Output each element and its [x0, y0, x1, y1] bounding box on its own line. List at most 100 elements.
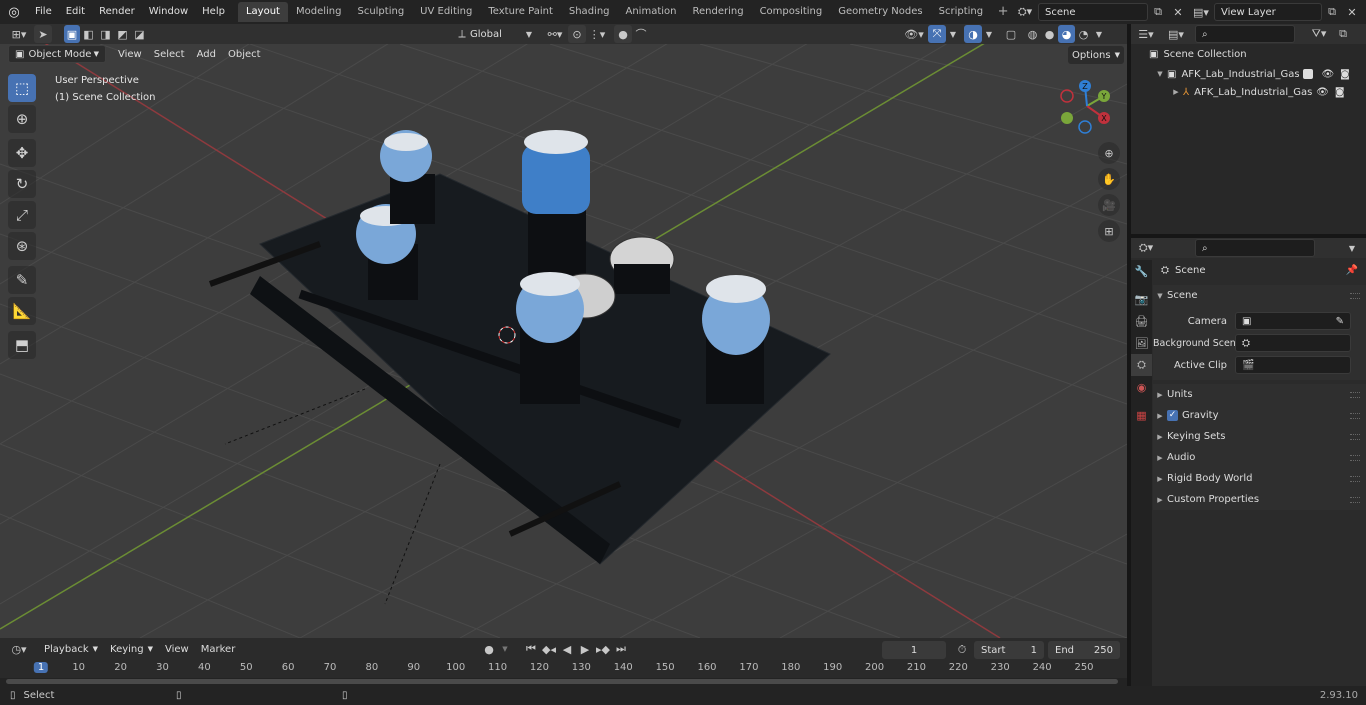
collapse-arrow-icon[interactable]: ▼ [1153, 292, 1167, 300]
expand-arrow-icon[interactable]: ▶ [1153, 454, 1167, 462]
eye-icon[interactable]: 👁 [1321, 69, 1334, 80]
tab-scripting[interactable]: Scripting [931, 2, 991, 22]
drag-grip-icon[interactable] [1350, 412, 1360, 419]
pan-hand-icon[interactable]: ✋ [1098, 168, 1120, 190]
zoom-icon[interactable]: ⊕ [1098, 142, 1120, 164]
move-tool-icon[interactable]: ✥ [8, 139, 36, 167]
transform-tool-icon[interactable]: ⊛ [8, 232, 36, 260]
record-dropdown-icon[interactable]: ▼ [498, 640, 512, 658]
eyedropper-icon[interactable]: ✎ [1336, 316, 1344, 327]
camera-render-icon[interactable]: ◙ [1340, 69, 1350, 80]
camera-field[interactable]: ▣ ✎ [1235, 312, 1351, 330]
new-view-layer-icon[interactable]: ⧉ [1322, 3, 1342, 21]
perspective-toggle-icon[interactable]: ⊞ [1098, 220, 1120, 242]
orientation-chevron-icon[interactable]: ▼ [522, 25, 536, 43]
output-tab-icon[interactable]: 🖨 [1131, 310, 1152, 332]
mode-dropdown[interactable]: ▣ Object Mode ▼ [8, 45, 106, 63]
tab-uv-editing[interactable]: UV Editing [412, 2, 480, 22]
scale-tool-icon[interactable]: ⤢ [8, 201, 36, 229]
frame-ruler[interactable]: 1 10 20 30 40 50 60 70 80 90 100 110 120 130 140 150 160… [0, 660, 1127, 678]
use-preview-range-icon[interactable]: ⏱ [952, 641, 972, 659]
play-icon[interactable]: ▶ [576, 640, 594, 658]
outliner-item[interactable]: ▶ ⅄ AFK_Lab_Industrial_Gas_( 👁 ◙ [1131, 83, 1366, 101]
outliner-scene-collection[interactable]: ▣ Scene Collection [1131, 44, 1366, 65]
proportional-edit-icon[interactable]: ● [614, 25, 632, 43]
timeline-menu-marker[interactable]: Marker [195, 644, 242, 655]
play-reverse-icon[interactable]: ◀ [558, 640, 576, 658]
drag-grip-icon[interactable] [1350, 496, 1360, 503]
camera-render-icon[interactable]: ◙ [1335, 87, 1345, 98]
background-scene-field[interactable]: ⛭ [1235, 334, 1351, 352]
drag-grip-icon[interactable] [1350, 433, 1360, 440]
display-mode-icon[interactable]: ▤▾ [1161, 25, 1191, 43]
select-mode-invert-icon[interactable]: ◩ [114, 25, 131, 43]
current-frame-field[interactable]: 1 [882, 641, 946, 659]
proportional-falloff-icon[interactable]: ⌒ [632, 25, 650, 43]
expand-arrow-icon[interactable]: ▶ [1169, 88, 1183, 96]
pin-icon[interactable]: 📌 [1346, 265, 1358, 276]
jump-end-icon[interactable]: ⏭ [612, 640, 630, 658]
filter-icon[interactable]: ⛛▾ [1305, 25, 1333, 43]
tab-sculpting[interactable]: Sculpting [349, 2, 412, 22]
tab-rendering[interactable]: Rendering [684, 2, 751, 22]
gravity-panel[interactable]: ▶ ✓ Gravity [1153, 405, 1366, 426]
timeline-editor-type-icon[interactable]: ◷▾ [4, 640, 34, 658]
select-mode-intersect-icon[interactable]: ◪ [131, 25, 148, 43]
shading-rendered-icon[interactable]: ◔ [1075, 25, 1092, 43]
overlays-toggle-icon[interactable]: ◑ [964, 25, 982, 43]
pivot-point-icon[interactable]: ⚯▾ [542, 25, 568, 43]
menu-edit[interactable]: Edit [59, 0, 92, 24]
tab-layout[interactable]: Layout [237, 2, 288, 22]
orientation-icon[interactable]: ⟂ [454, 25, 470, 43]
drag-grip-icon[interactable] [1350, 475, 1360, 482]
view-layer-field[interactable]: View Layer [1214, 3, 1322, 21]
expand-arrow-icon[interactable]: ▶ [1153, 412, 1167, 420]
visibility-icon[interactable]: 👁▾ [900, 25, 928, 43]
3d-viewport[interactable]: User Perspective (1) Scene Collection Y … [0, 44, 1127, 638]
menu-select[interactable]: Select [148, 49, 191, 60]
start-frame-field[interactable]: Start 1 [974, 641, 1044, 659]
select-mode-extend-icon[interactable]: ◧ [80, 25, 97, 43]
delete-view-layer-icon[interactable]: ✕ [1342, 3, 1362, 21]
add-workspace-button[interactable]: + [995, 4, 1011, 20]
shading-wireframe-icon[interactable]: ◍ [1024, 25, 1041, 43]
gravity-checkbox[interactable]: ✓ [1167, 410, 1178, 421]
tab-modeling[interactable]: Modeling [288, 2, 350, 22]
scene-name-field[interactable]: Scene [1038, 3, 1148, 21]
select-mode-subtract-icon[interactable]: ◨ [97, 25, 114, 43]
checkbox-icon[interactable] [1303, 69, 1314, 79]
drag-grip-icon[interactable] [1350, 391, 1360, 398]
properties-search-input[interactable]: ⌕ [1195, 239, 1315, 257]
rigid-body-world-panel[interactable]: ▶ Rigid Body World [1153, 468, 1366, 489]
prev-keyframe-icon[interactable]: ◆◂ [540, 640, 558, 658]
new-scene-icon[interactable]: ⧉ [1148, 3, 1168, 21]
scene-icon[interactable]: ⛭▾ [1012, 3, 1038, 21]
delete-scene-icon[interactable]: ✕ [1168, 3, 1188, 21]
navigation-gizmo[interactable]: Y X Z [1055, 74, 1119, 138]
xray-toggle-icon[interactable]: ▢ [1002, 25, 1020, 43]
expand-arrow-icon[interactable]: ▶ [1153, 391, 1167, 399]
tool-tab-icon[interactable]: 🔧 [1131, 260, 1152, 282]
expand-arrow-icon[interactable]: ▼ [1153, 70, 1167, 78]
cursor-tool-icon[interactable]: ⊕ [8, 105, 36, 133]
options-button[interactable]: Options ▼ [1068, 46, 1124, 64]
render-tab-icon[interactable]: 📷 [1131, 288, 1152, 310]
current-frame-indicator[interactable]: 1 [33, 662, 49, 673]
tab-shading[interactable]: Shading [561, 2, 618, 22]
shading-solid-icon[interactable]: ● [1041, 25, 1058, 43]
expand-arrow-icon[interactable]: ▶ [1153, 475, 1167, 483]
editor-type-icon[interactable]: ⊞▾ [4, 25, 34, 43]
record-keyframe-icon[interactable]: ● [480, 640, 498, 658]
playback-menu[interactable]: Playback ▼ [38, 640, 104, 658]
new-collection-icon[interactable]: ⧉ [1333, 25, 1353, 43]
shading-dropdown-icon[interactable]: ▼ [1092, 25, 1106, 43]
jump-start-icon[interactable]: ⏮ [522, 640, 540, 658]
tab-texture-paint[interactable]: Texture Paint [480, 2, 561, 22]
annotate-tool-icon[interactable]: ✎ [8, 266, 36, 294]
transform-orientation-dropdown[interactable]: Global [470, 29, 522, 40]
keying-sets-panel[interactable]: ▶ Keying Sets [1153, 426, 1366, 447]
overlays-dropdown-icon[interactable]: ▼ [982, 25, 996, 43]
rotate-tool-icon[interactable]: ↻ [8, 170, 36, 198]
measure-tool-icon[interactable]: 📐 [8, 297, 36, 325]
tab-animation[interactable]: Animation [618, 2, 685, 22]
